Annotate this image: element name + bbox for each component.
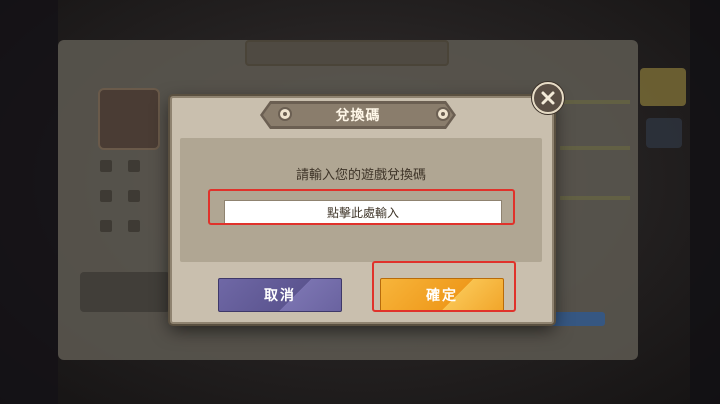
title-ornament-icon: [436, 107, 450, 121]
background-left-edge: [0, 0, 58, 404]
cancel-button[interactable]: 取消: [218, 278, 342, 312]
background-blue-button: [545, 312, 605, 326]
close-icon: [541, 91, 555, 105]
background-stat-icon: [128, 160, 140, 172]
input-highlight-box: [208, 189, 515, 225]
background-bar: [560, 196, 630, 200]
background-stat-icon: [128, 190, 140, 202]
background-stat-icon: [100, 160, 112, 172]
background-right-edge: [690, 0, 720, 404]
background-stat-icon: [100, 220, 112, 232]
redeem-prompt: 請輸入您的遊戲兌換碼: [295, 168, 426, 183]
title-ornament-icon: [278, 107, 292, 121]
close-button[interactable]: [532, 82, 564, 114]
background-avatar: [98, 88, 160, 150]
background-bar: [560, 100, 630, 104]
background-side-button: [640, 68, 686, 106]
background-stat-icon: [128, 220, 140, 232]
background-stat-icon: [100, 190, 112, 202]
background-bar: [560, 146, 630, 150]
background-side-button: [646, 118, 682, 148]
background-panel-title: [245, 40, 449, 66]
confirm-highlight-box: [372, 261, 516, 312]
background-bottom-element: [80, 272, 170, 312]
